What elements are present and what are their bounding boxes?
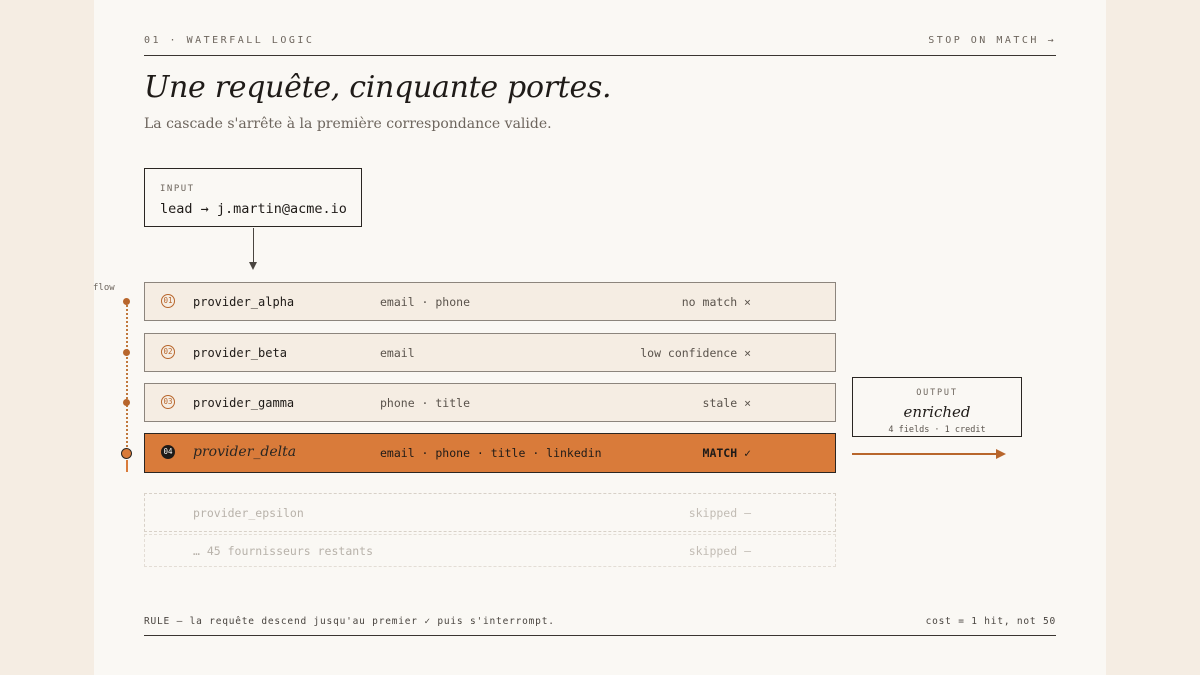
provider-status: stale × xyxy=(702,396,751,410)
output-node: OUTPUT enriched 4 fields · 1 credit xyxy=(852,377,1022,437)
provider-name: provider_epsilon xyxy=(193,506,304,520)
provider-fields: email xyxy=(380,346,415,360)
provider-row: 02 provider_beta email low confidence × xyxy=(144,333,836,372)
flow-label: flow xyxy=(93,283,115,293)
step-number: 03 xyxy=(161,395,175,409)
flow-dot xyxy=(123,399,130,406)
output-connector-line xyxy=(852,453,997,455)
provider-row: 03 provider_gamma phone · title stale × xyxy=(144,383,836,422)
section-label: 01 · WATERFALL LOGIC xyxy=(144,35,315,46)
input-connector-line xyxy=(253,228,254,262)
provider-fields: phone · title xyxy=(380,396,471,410)
page-title: Une requête, cinquante portes. xyxy=(144,70,612,105)
provider-name: … 45 fournisseurs restants xyxy=(193,544,374,558)
provider-row-skipped: provider_epsilon skipped — xyxy=(144,493,836,532)
page-subtitle: La cascade s'arrête à la première corres… xyxy=(144,116,552,132)
flow-track xyxy=(126,302,128,454)
bottom-divider xyxy=(144,635,1056,636)
step-number: 02 xyxy=(161,345,175,359)
arrow-down-icon xyxy=(249,262,257,270)
flow-active-dot xyxy=(121,448,132,459)
provider-name: provider_delta xyxy=(193,444,297,460)
input-label: INPUT xyxy=(160,184,195,194)
provider-status: low confidence × xyxy=(640,346,751,360)
section-tagline: STOP ON MATCH → xyxy=(928,35,1056,46)
provider-name: provider_gamma xyxy=(193,396,295,410)
provider-row: 01 provider_alpha email · phone no match… xyxy=(144,282,836,321)
output-subtitle: 4 fields · 1 credit xyxy=(888,425,986,435)
top-divider xyxy=(144,55,1056,56)
flow-dot xyxy=(123,298,130,305)
footer-cost: cost = 1 hit, not 50 xyxy=(925,616,1056,627)
provider-row-match: 04 provider_delta email · phone · title … xyxy=(144,433,836,473)
provider-name: provider_beta xyxy=(193,346,287,360)
provider-status: skipped — xyxy=(688,506,751,520)
provider-status: no match × xyxy=(681,295,751,309)
provider-row-skipped: … 45 fournisseurs restants skipped — xyxy=(144,534,836,567)
input-value: lead → j.martin@acme.io xyxy=(160,201,347,217)
provider-status: skipped — xyxy=(688,544,751,558)
slide: 01 · WATERFALL LOGIC STOP ON MATCH → Une… xyxy=(93,0,1106,675)
step-number: 01 xyxy=(161,294,175,308)
provider-name: provider_alpha xyxy=(193,295,295,309)
step-number: 04 xyxy=(161,445,175,459)
provider-fields: email · phone xyxy=(380,295,471,309)
footer-rule: RULE — la requête descend jusqu'au premi… xyxy=(144,616,555,627)
arrow-right-icon xyxy=(996,449,1006,459)
flow-tail xyxy=(126,460,128,472)
provider-status: MATCH ✓ xyxy=(702,446,751,460)
flow-dot xyxy=(123,349,130,356)
provider-fields: email · phone · title · linkedin xyxy=(380,446,602,460)
output-title: enriched xyxy=(903,403,971,421)
input-node: INPUT lead → j.martin@acme.io xyxy=(144,168,362,227)
output-label: OUTPUT xyxy=(916,388,958,398)
